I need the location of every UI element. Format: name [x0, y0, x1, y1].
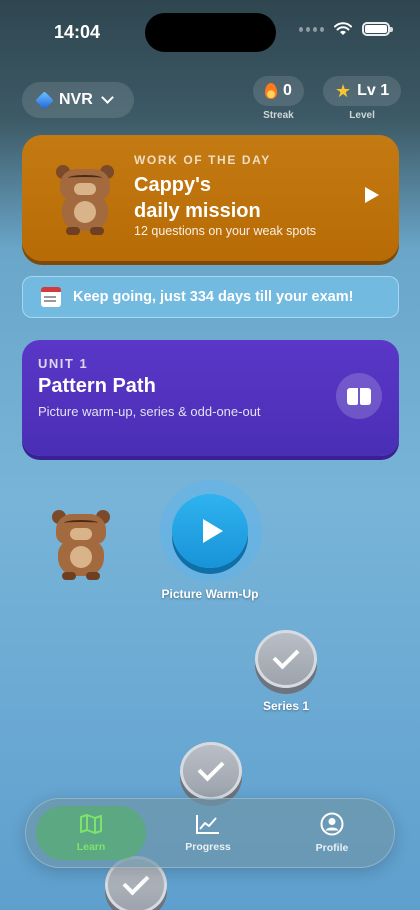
tab-profile-label: Profile [315, 842, 349, 854]
work-of-day-title-line1: Cappy's [134, 174, 212, 196]
play-icon [203, 519, 223, 543]
exam-countdown-text: Keep going, just 334 days till your exam… [73, 289, 354, 305]
unit-guide-button[interactable] [336, 373, 382, 419]
tab-profile[interactable]: Profile [270, 806, 394, 860]
subject-label: NVR [59, 91, 93, 108]
status-time: 14:04 [54, 22, 101, 42]
checkmark-icon [272, 642, 300, 670]
lesson-node-picture-warm-up[interactable] [172, 494, 248, 568]
star-icon: ★ [335, 81, 352, 101]
map-icon [79, 813, 103, 835]
streak-caption: Streak [263, 110, 294, 121]
subject-selector[interactable]: NVR [22, 82, 134, 118]
lesson-node-3[interactable] [180, 742, 242, 800]
book-icon [347, 387, 371, 405]
checkmark-icon [122, 868, 150, 896]
play-icon[interactable] [365, 187, 379, 203]
unit-eyebrow: UNIT 1 [38, 356, 89, 371]
diamond-icon [35, 90, 54, 110]
level-value: Lv 1 [357, 82, 390, 99]
tab-learn[interactable]: Learn [36, 806, 146, 860]
work-of-day-subtitle: 12 questions on your weak spots [134, 224, 317, 238]
work-of-day-card[interactable]: WORK OF THE DAY Cappy's daily mission 12… [22, 135, 399, 261]
unit-subtitle: Picture warm-up, series & odd-one-out [38, 404, 261, 419]
lesson-label-series-1: Series 1 [262, 699, 310, 713]
bear-path-mascot [52, 510, 110, 586]
chart-icon [195, 813, 221, 835]
streak-pill[interactable]: 0 [253, 76, 304, 106]
flame-icon [265, 83, 277, 99]
dynamic-island [145, 13, 276, 52]
bear-mascot [56, 165, 114, 235]
tab-bar: Learn Progress Profile [25, 798, 395, 868]
tab-progress[interactable]: Progress [146, 806, 270, 860]
tab-progress-label: Progress [185, 841, 231, 853]
person-icon [320, 812, 344, 836]
exam-countdown-banner: Keep going, just 334 days till your exam… [22, 276, 399, 318]
work-of-day-title: Cappy's daily mission [134, 172, 334, 224]
level-pill[interactable]: ★ Lv 1 [323, 76, 402, 106]
work-of-day-title-line2: daily mission [134, 200, 261, 222]
streak-stat[interactable]: 0 Streak [253, 76, 304, 121]
unit-card[interactable]: UNIT 1 Pattern Path Picture warm-up, ser… [22, 340, 399, 456]
tab-learn-label: Learn [76, 841, 106, 853]
calendar-icon [41, 287, 61, 307]
unit-title: Pattern Path [38, 375, 156, 397]
wifi-icon [334, 22, 352, 35]
checkmark-icon [197, 754, 225, 782]
battery-icon [362, 22, 393, 36]
lesson-node-series-1[interactable] [255, 630, 317, 688]
lesson-label-picture-warm-up: Picture Warm-Up [161, 587, 259, 601]
chevron-down-icon [100, 91, 114, 104]
streak-value: 0 [283, 82, 292, 99]
work-of-day-eyebrow: WORK OF THE DAY [134, 153, 271, 167]
level-caption: Level [349, 110, 375, 121]
status-icons [299, 22, 393, 36]
level-stat[interactable]: ★ Lv 1 Level [323, 76, 402, 121]
signal-icon [299, 26, 324, 32]
